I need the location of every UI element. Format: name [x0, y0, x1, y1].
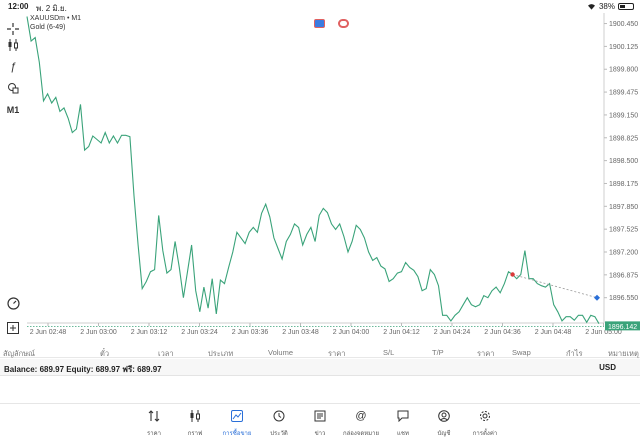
one-click-sell-button[interactable] — [314, 19, 325, 28]
time-tick-label: 2 Jun 04:48 — [535, 329, 572, 336]
price-tick-label: 1899.475 — [609, 90, 638, 97]
wifi-icon — [587, 4, 595, 10]
price-tick-label: 1897.850 — [609, 204, 638, 211]
price-tick-label: 1896.875 — [609, 272, 638, 279]
time-tick-label: 2 Jun 04:24 — [434, 329, 471, 336]
bottom-nav: ราคา กราฟ การซื้อขาย ประวัติ ข่าว @ กล่อ… — [0, 403, 640, 447]
price-tick-label: 1899.150 — [609, 112, 638, 119]
nav-label: กล่องจดหมาย — [342, 431, 380, 437]
col-swap[interactable]: Swap — [512, 348, 531, 357]
nav-label: บัญชี — [437, 431, 451, 437]
nav-chat[interactable]: แชท — [383, 408, 423, 438]
candles-icon[interactable] — [4, 37, 22, 53]
one-click-buy-button[interactable] — [338, 19, 349, 28]
price-tick-label: 1899.800 — [609, 67, 638, 74]
balance-bar: Balance: 689.97 Equity: 689.97 ฟรี: 689.… — [0, 359, 640, 376]
time-tick-label: 2 Jun 03:48 — [282, 329, 319, 336]
candles-icon — [175, 408, 215, 424]
price-series-line — [26, 16, 600, 324]
current-price-label: 1896.142 — [608, 324, 637, 331]
battery-percent: 38% — [598, 2, 615, 11]
order-link-line — [512, 274, 598, 299]
time-tick-label: 2 Jun 04:36 — [484, 329, 521, 336]
price-tick-label: 1900.450 — [609, 21, 638, 28]
nav-label: ประวัติ — [270, 431, 288, 437]
time-tick-label: 2 Jun 03:36 — [232, 329, 269, 336]
nav-settings[interactable]: การตั้งค่า — [465, 408, 505, 438]
status-bar: 12:00 พ. 2 มิ.ย. 38% — [0, 0, 640, 13]
nav-mailbox[interactable]: @ กล่องจดหมาย — [341, 408, 381, 438]
chart-indicator: Gold (6-49) — [30, 24, 66, 31]
chart-toolbar: ƒ M1 — [0, 13, 26, 346]
one-click-trading — [314, 19, 349, 28]
nav-label: ข่าว — [314, 431, 326, 437]
battery-icon — [618, 3, 634, 10]
price-tick-label: 1898.175 — [609, 181, 638, 188]
time-tick-label: 2 Jun 03:24 — [181, 329, 218, 336]
nav-label: การซื้อขาย — [222, 431, 252, 437]
chart-symbol: XAUUSDm • M1 — [30, 15, 82, 22]
nav-history[interactable]: ประวัติ — [259, 408, 299, 438]
shapes-icon[interactable] — [4, 80, 22, 96]
price-tick-label: 1898.500 — [609, 158, 638, 165]
time-tick-label: 2 Jun 03:12 — [131, 329, 168, 336]
history-icon — [259, 408, 299, 424]
price-tick-label: 1900.125 — [609, 44, 638, 51]
account-icon — [424, 408, 464, 424]
price-chart[interactable]: 1900.450 1900.125 1899.800 1899.475 1899.150… — [0, 13, 640, 346]
nav-label: แชท — [397, 431, 409, 437]
col-volume[interactable]: Volume — [268, 348, 293, 357]
chat-icon — [383, 408, 423, 424]
add-icon[interactable] — [4, 320, 22, 336]
status-right: 38% — [587, 2, 634, 11]
nav-account[interactable]: บัญชี — [424, 408, 464, 438]
nav-news[interactable]: ข่าว — [300, 408, 340, 438]
chart-area[interactable]: 1900.450 1900.125 1899.800 1899.475 1899.150… — [0, 13, 640, 346]
time-tick-label: 2 Jun 04:00 — [333, 329, 370, 336]
col-sl[interactable]: S/L — [383, 348, 394, 357]
price-tick-label: 1897.525 — [609, 227, 638, 234]
price-tick-label: 1897.200 — [609, 250, 638, 257]
nav-quotes[interactable]: ราคา — [134, 408, 174, 438]
news-icon — [300, 408, 340, 424]
order-close-marker — [594, 294, 600, 301]
time-tick-label: 2 Jun 04:12 — [383, 329, 420, 336]
nav-label: กราฟ — [187, 431, 203, 437]
col-tp[interactable]: T/P — [432, 348, 444, 357]
trade-chart-icon — [217, 408, 257, 424]
time-tick-label: 2 Jun 03:00 — [80, 329, 117, 336]
mailbox-icon: @ — [355, 410, 367, 422]
balance-currency: USD — [599, 363, 616, 372]
nav-label: การตั้งค่า — [472, 431, 498, 437]
status-time: 12:00 — [8, 2, 29, 11]
nav-trade[interactable]: การซื้อขาย — [217, 408, 257, 438]
order-open-marker — [510, 272, 515, 277]
quotes-icon — [134, 408, 174, 424]
price-tick-label: 1898.825 — [609, 135, 638, 142]
nav-label: ราคา — [147, 431, 161, 437]
trade-table-header: สัญลักษณ์ ตั๋ว เวลา ประเภท Volume ราคา S… — [0, 346, 640, 358]
nav-chart[interactable]: กราฟ — [175, 408, 215, 438]
timeframe-button[interactable]: M1 — [4, 102, 22, 118]
gear-icon — [465, 408, 505, 424]
gauge-icon[interactable] — [4, 295, 22, 311]
indicator-icon[interactable]: ƒ — [4, 59, 22, 75]
price-tick-label: 1896.550 — [609, 295, 638, 302]
time-tick-label: 2 Jun 02:48 — [30, 329, 67, 336]
balance-text: Balance: 689.97 Equity: 689.97 ฟรี: 689.… — [4, 365, 162, 374]
crosshair-icon[interactable] — [4, 21, 22, 37]
